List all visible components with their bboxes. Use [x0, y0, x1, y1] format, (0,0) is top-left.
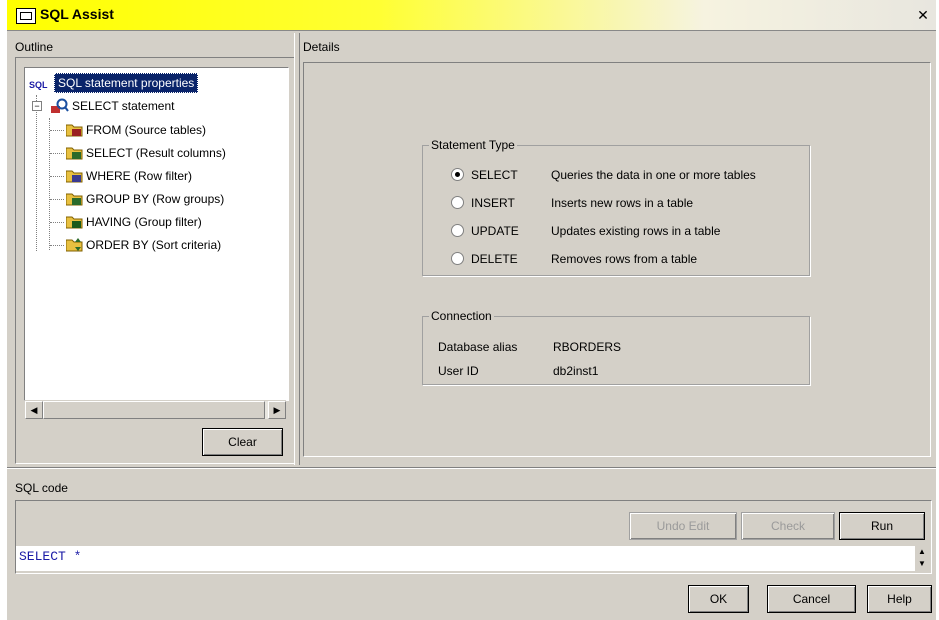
- section-divider: [7, 467, 936, 469]
- details-label: Details: [303, 40, 340, 54]
- collapse-icon[interactable]: −: [32, 101, 42, 111]
- tree-item-label: SELECT statement: [72, 99, 175, 113]
- radio-insert[interactable]: [451, 196, 464, 209]
- outline-tree[interactable]: SQL SQL statement properties − SELECT st…: [24, 67, 289, 419]
- user-id-value: db2inst1: [553, 364, 599, 378]
- scroll-left-icon[interactable]: ◀: [25, 401, 43, 419]
- database-alias-value: RBORDERS: [553, 340, 622, 354]
- radio-update[interactable]: [451, 224, 464, 237]
- radio-delete[interactable]: [451, 252, 464, 265]
- sql-code-editor[interactable]: SELECT *: [16, 546, 915, 571]
- sql-code-label: SQL code: [15, 481, 68, 495]
- tree-item-label: SQL statement properties: [54, 73, 199, 93]
- outline-label: Outline: [15, 40, 54, 54]
- scroll-right-icon[interactable]: ▶: [268, 401, 286, 419]
- group-title: Statement Type: [429, 138, 517, 152]
- undo-edit-button[interactable]: Undo Edit: [629, 512, 737, 540]
- editor-scroll-icon[interactable]: ▲ ▼: [915, 546, 929, 571]
- folder-table-icon: [65, 145, 83, 160]
- sql-icon: SQL: [29, 80, 48, 90]
- radio-select[interactable]: [451, 168, 464, 181]
- tree-item-label: GROUP BY (Row groups): [86, 192, 225, 206]
- option-desc: Queries the data in one or more tables: [551, 168, 756, 182]
- group-title: Connection: [429, 309, 494, 323]
- cancel-button[interactable]: Cancel: [767, 585, 856, 613]
- sql-assist-window: SQL Assist ✕ Outline SQL SQL statement p…: [7, 0, 936, 620]
- horizontal-scrollbar[interactable]: ◀ ▶: [25, 400, 286, 419]
- option-desc: Removes rows from a table: [551, 252, 698, 266]
- option-desc: Inserts new rows in a table: [551, 196, 694, 210]
- window-title: SQL Assist: [40, 6, 114, 22]
- option-label: SELECT: [471, 168, 518, 182]
- vertical-splitter[interactable]: [294, 33, 300, 465]
- tree-line: [49, 118, 50, 250]
- option-label: UPDATE: [471, 224, 519, 238]
- clear-button[interactable]: Clear: [202, 428, 283, 456]
- tree-item-label: WHERE (Row filter): [86, 169, 193, 183]
- app-icon: [16, 8, 36, 24]
- query-icon: [51, 98, 69, 120]
- close-icon[interactable]: ✕: [916, 8, 930, 22]
- tree-line: [36, 95, 37, 251]
- option-label: INSERT: [471, 196, 515, 210]
- tree-item-label: ORDER BY (Sort criteria): [86, 238, 222, 252]
- ok-button[interactable]: OK: [688, 585, 749, 613]
- folder-table-icon: [65, 191, 83, 206]
- tree-item-label: HAVING (Group filter): [86, 215, 202, 229]
- title-bar[interactable]: SQL Assist ✕: [7, 0, 936, 31]
- run-button[interactable]: Run: [839, 512, 925, 540]
- option-desc: Updates existing rows in a table: [551, 224, 721, 238]
- scroll-thumb[interactable]: [43, 401, 265, 419]
- folder-table-icon: [65, 168, 83, 183]
- folder-table-icon: [65, 122, 83, 137]
- option-label: DELETE: [471, 252, 518, 266]
- folder-table-icon: [65, 214, 83, 229]
- database-alias-label: Database alias: [438, 340, 518, 354]
- folder-sort-icon: [65, 237, 83, 252]
- help-button[interactable]: Help: [867, 585, 932, 613]
- tree-item-label: SELECT (Result columns): [86, 146, 226, 160]
- check-button[interactable]: Check: [741, 512, 835, 540]
- tree-item-label: FROM (Source tables): [86, 123, 207, 137]
- user-id-label: User ID: [438, 364, 479, 378]
